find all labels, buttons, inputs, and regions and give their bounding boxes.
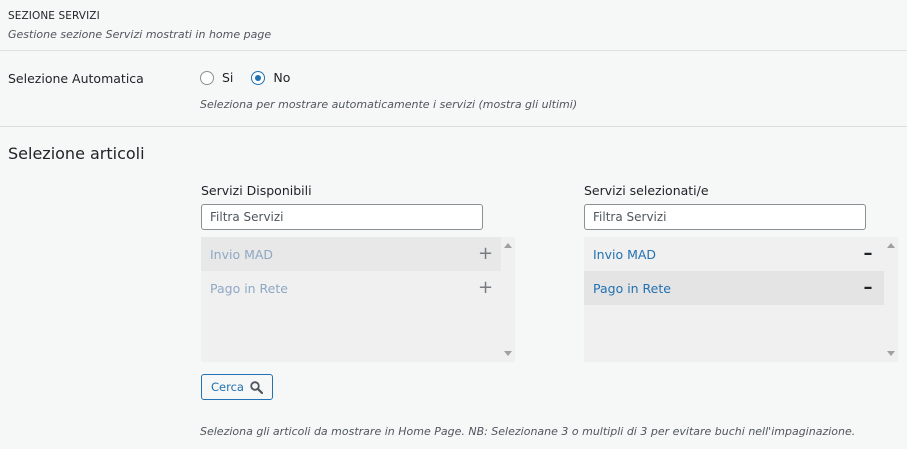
- scroll-up-icon[interactable]: [887, 243, 895, 248]
- divider: [0, 126, 907, 127]
- auto-selection-label: Selezione Automatica: [8, 71, 144, 86]
- plus-icon[interactable]: +: [478, 279, 493, 297]
- selected-title: Servizi selezionati/e: [584, 183, 709, 198]
- minus-icon[interactable]: –: [861, 245, 875, 263]
- list-item-label: Pago in Rete: [210, 280, 288, 296]
- list-item-label: Invio MAD: [210, 246, 274, 262]
- section-header: SEZIONE SERVIZI Gestione sezione Servizi…: [0, 0, 907, 51]
- list-item[interactable]: Pago in Rete –: [584, 271, 884, 305]
- search-icon: [250, 380, 263, 394]
- radio-no-label: No: [273, 70, 291, 85]
- list-item[interactable]: Pago in Rete +: [201, 271, 501, 305]
- selected-filter-input[interactable]: [584, 204, 866, 230]
- radio-no[interactable]: [251, 70, 266, 85]
- scroll-down-icon[interactable]: [887, 351, 895, 356]
- auto-selection-hint: Seleziona per mostrare automaticamente i…: [200, 98, 578, 111]
- radio-option-no[interactable]: No: [251, 70, 290, 85]
- available-list: Invio MAD + Pago in Rete +: [201, 237, 515, 362]
- scrollbar[interactable]: [884, 237, 898, 362]
- articles-hint: Seleziona gli articoli da mostrare in Ho…: [200, 425, 856, 438]
- plus-icon[interactable]: +: [478, 245, 493, 263]
- minus-icon[interactable]: –: [861, 279, 875, 297]
- scrollbar[interactable]: [501, 237, 515, 362]
- list-item-label: Pago in Rete: [593, 280, 671, 296]
- search-button-label: Cerca: [211, 380, 244, 394]
- list-item[interactable]: Invio MAD +: [201, 237, 501, 271]
- available-filter-input[interactable]: [201, 204, 483, 230]
- available-title: Servizi Disponibili: [201, 183, 312, 198]
- list-item-label: Invio MAD: [593, 246, 657, 262]
- radio-si[interactable]: [200, 70, 214, 85]
- section-title: SEZIONE SERVIZI: [8, 10, 100, 22]
- auto-selection-radio-group: Si No: [200, 70, 308, 85]
- radio-option-si[interactable]: Si: [200, 70, 233, 85]
- search-button[interactable]: Cerca: [201, 374, 273, 400]
- radio-si-label: Si: [222, 70, 234, 85]
- articles-title: Selezione articoli: [8, 144, 145, 163]
- selected-list: Invio MAD – Pago in Rete –: [584, 237, 898, 362]
- list-item[interactable]: Invio MAD –: [584, 237, 884, 271]
- section-description: Gestione sezione Servizi mostrati in hom…: [8, 28, 272, 41]
- scroll-up-icon[interactable]: [504, 243, 512, 248]
- scroll-down-icon[interactable]: [504, 351, 512, 356]
